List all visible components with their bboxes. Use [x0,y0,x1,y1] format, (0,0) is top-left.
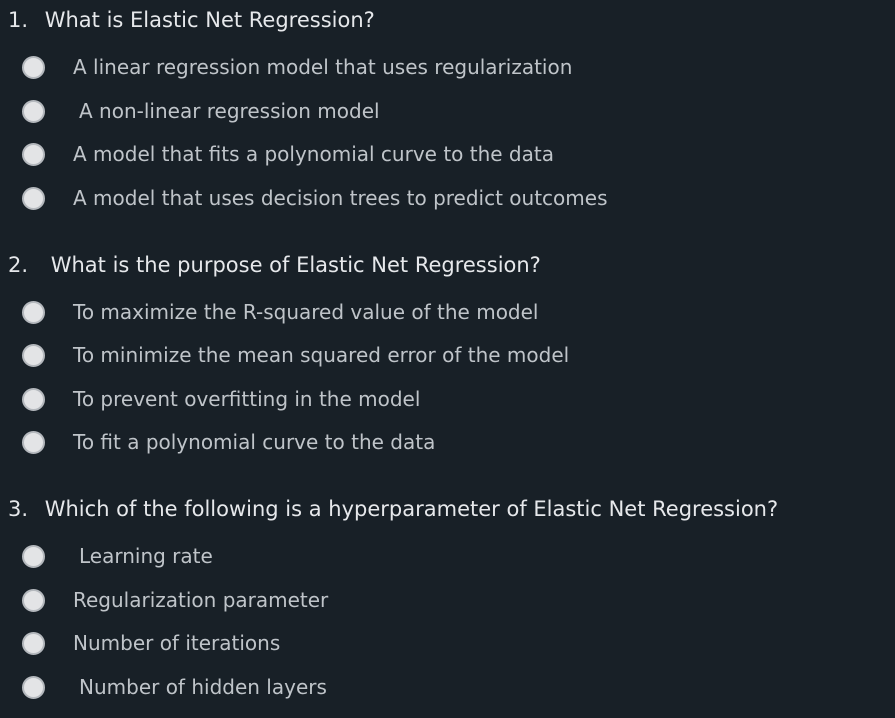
radio-button-icon[interactable] [22,430,45,454]
option-label: To fit a polynomial curve to the data [73,430,436,454]
q2-option-4[interactable]: To fit a polynomial curve to the data [22,427,435,457]
radio-button-icon[interactable] [22,544,45,568]
q3-option-1[interactable]: Learning rate [22,541,213,571]
option-label: To minimize the mean squared error of th… [73,343,570,367]
question-text: What is Elastic Net Regression? [44,8,375,32]
option-label: To maximize the R-squared value of the m… [73,300,539,324]
option-label: A linear regression model that uses regu… [73,55,573,79]
question-text: Which of the following is a hyperparamet… [44,497,779,521]
q1-option-1[interactable]: A linear regression model that uses regu… [22,52,572,82]
radio-button-icon[interactable] [22,588,45,612]
option-label: Learning rate [79,544,213,568]
radio-button-icon[interactable] [22,631,45,655]
question-2-title: 2. What is the purpose of Elastic Net Re… [8,249,541,281]
q3-option-4[interactable]: Number of hidden layers [22,672,327,702]
q1-option-4[interactable]: A model that uses decision trees to pred… [22,183,608,213]
option-label: A non-linear regression model [79,99,380,123]
question-number: 2. [8,253,29,277]
q3-option-2[interactable]: Regularization parameter [22,585,328,615]
radio-button-icon[interactable] [22,343,45,367]
question-3-title: 3. Which of the following is a hyperpara… [8,493,778,525]
radio-button-icon[interactable] [22,186,45,210]
option-label: Number of iterations [73,631,281,655]
q1-option-3[interactable]: A model that fits a polynomial curve to … [22,139,554,169]
option-label: To prevent overfitting in the model [73,387,421,411]
quiz-container: 1. What is Elastic Net Regression? A lin… [0,0,895,718]
option-label: A model that uses decision trees to pred… [73,186,608,210]
radio-button-icon[interactable] [22,387,45,411]
option-label: Number of hidden layers [79,675,327,699]
radio-button-icon[interactable] [22,55,45,79]
radio-button-icon[interactable] [22,675,45,699]
question-text: What is the purpose of Elastic Net Regre… [50,253,541,277]
radio-button-icon[interactable] [22,300,45,324]
q3-option-3[interactable]: Number of iterations [22,628,280,658]
q2-option-1[interactable]: To maximize the R-squared value of the m… [22,297,539,327]
radio-button-icon[interactable] [22,99,45,123]
q2-option-3[interactable]: To prevent overfitting in the model [22,384,420,414]
option-label: A model that fits a polynomial curve to … [73,142,554,166]
radio-button-icon[interactable] [22,142,45,166]
question-1-title: 1. What is Elastic Net Regression? [8,4,375,36]
question-number: 1. [8,8,29,32]
question-number: 3. [8,497,29,521]
q2-option-2[interactable]: To minimize the mean squared error of th… [22,340,569,370]
option-label: Regularization parameter [73,588,329,612]
q1-option-2[interactable]: A non-linear regression model [22,96,380,126]
